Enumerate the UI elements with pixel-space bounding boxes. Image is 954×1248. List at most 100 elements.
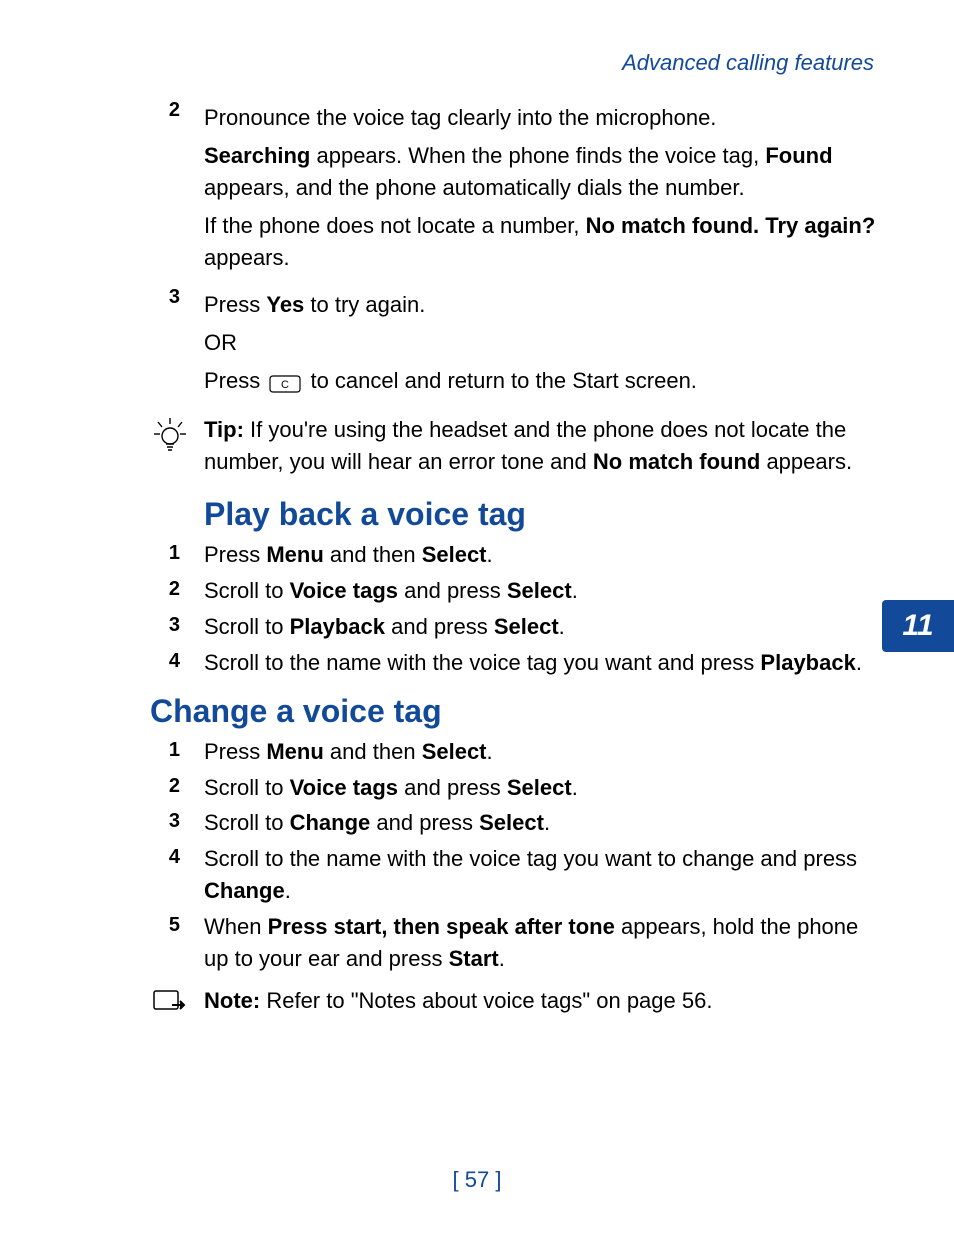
bold-text: Menu [266,542,323,567]
step-number: 3 [150,611,180,640]
text: . [559,614,565,639]
step-number: 2 [150,96,180,125]
text: and then [324,739,422,764]
text: Scroll to [204,810,290,835]
note-block: Note: Refer to "Notes about voice tags" … [150,985,884,1024]
step-body: Scroll to Voice tags and press Select. [204,575,884,607]
bold-text: Select [422,542,487,567]
text: to try again. [304,292,425,317]
step-body: When Press start, then speak after tone … [204,911,884,975]
paragraph: Pronounce the voice tag clearly into the… [204,102,884,134]
bold-text: Change [290,810,371,835]
bold-text: Select [479,810,544,835]
bold-text: Tip: [204,417,244,442]
step-body: Press Menu and then Select. [204,539,884,571]
section-title-playback: Play back a voice tag [204,496,884,533]
step-body: Pronounce the voice tag clearly into the… [204,96,884,279]
text: . [285,878,291,903]
text: Refer to "Notes about voice tags" on pag… [260,988,712,1013]
bold-text: Select [507,578,572,603]
text: . [487,739,493,764]
text: . [499,946,505,971]
bold-text: Voice tags [290,578,398,603]
bold-text: Select [507,775,572,800]
text: . [572,775,578,800]
paragraph: Press Yes to try again. [204,289,884,321]
step-number: 4 [150,647,180,676]
running-header: Advanced calling features [150,50,884,76]
text: . [544,810,550,835]
paragraph: Press C to cancel and return to the Star… [204,365,884,398]
step-number: 2 [150,575,180,604]
bold-text: Voice tags [290,775,398,800]
bold-text: Select [494,614,559,639]
text: appears. When the phone finds the voice … [310,143,765,168]
c-key-icon: C [268,366,302,398]
text: When [204,914,268,939]
step-number: 3 [150,807,180,836]
step-row: 4 Scroll to the name with the voice tag … [150,647,884,679]
step-body: Scroll to the name with the voice tag yo… [204,647,884,679]
page-number: [ 57 ] [0,1167,954,1193]
step-body: Scroll to Voice tags and press Select. [204,772,884,804]
note-icon [150,987,194,1024]
bold-text: Yes [266,292,304,317]
paragraph: If the phone does not locate a number, N… [204,210,884,274]
text: appears, and the phone automatically dia… [204,175,745,200]
text: . [572,578,578,603]
text: Scroll to [204,775,290,800]
step-body: Scroll to the name with the voice tag yo… [204,843,884,907]
text: Press [204,368,266,393]
text: Scroll to [204,578,290,603]
step-row: 2 Scroll to Voice tags and press Select. [150,772,884,804]
step-row: 5 When Press start, then speak after ton… [150,911,884,975]
text: and press [398,775,507,800]
step-number: 1 [150,736,180,765]
text: and press [370,810,479,835]
svg-text:C: C [281,379,289,391]
step-number: 4 [150,843,180,872]
document-page: Advanced calling features 2 Pronounce th… [0,0,954,1248]
text: Press [204,739,266,764]
text: Scroll to the name with the voice tag yo… [204,650,760,675]
text: to cancel and return to the Start screen… [304,368,697,393]
text: Press [204,292,266,317]
bold-text: Searching [204,143,310,168]
bold-text: Select [422,739,487,764]
bold-text: Change [204,878,285,903]
step-row: 3 Scroll to Change and press Select. [150,807,884,839]
step-number: 1 [150,539,180,568]
bold-text: Note: [204,988,260,1013]
text: and press [398,578,507,603]
step-body: Press Menu and then Select. [204,736,884,768]
text: and press [385,614,494,639]
step-body: Scroll to Playback and press Select. [204,611,884,643]
tip-text: Tip: If you're using the headset and the… [204,414,884,478]
note-text: Note: Refer to "Notes about voice tags" … [204,985,884,1017]
step-row: 3 Scroll to Playback and press Select. [150,611,884,643]
bold-text: Start [449,946,499,971]
bold-text: Menu [266,739,323,764]
step-row: 2 Pronounce the voice tag clearly into t… [150,96,884,279]
step-number: 3 [150,283,180,312]
paragraph: OR [204,327,884,359]
text: . [487,542,493,567]
bold-text: Press start, then speak after tone [268,914,615,939]
step-row: 4 Scroll to the name with the voice tag … [150,843,884,907]
step-row: 2 Scroll to Voice tags and press Select. [150,575,884,607]
step-body: Scroll to Change and press Select. [204,807,884,839]
tip-block: Tip: If you're using the headset and the… [150,414,884,478]
step-row: 1 Press Menu and then Select. [150,539,884,571]
text: Scroll to [204,614,290,639]
text: Scroll to the name with the voice tag yo… [204,846,857,871]
bold-text: Found [765,143,832,168]
step-number: 2 [150,772,180,801]
step-row: 3 Press Yes to try again. OR Press C to … [150,283,884,404]
step-number: 5 [150,911,180,940]
bold-text: No match found. Try again? [586,213,876,238]
bold-text: Playback [290,614,385,639]
step-row: 1 Press Menu and then Select. [150,736,884,768]
bold-text: No match found [593,449,760,474]
text: and then [324,542,422,567]
text: appears. [204,245,290,270]
